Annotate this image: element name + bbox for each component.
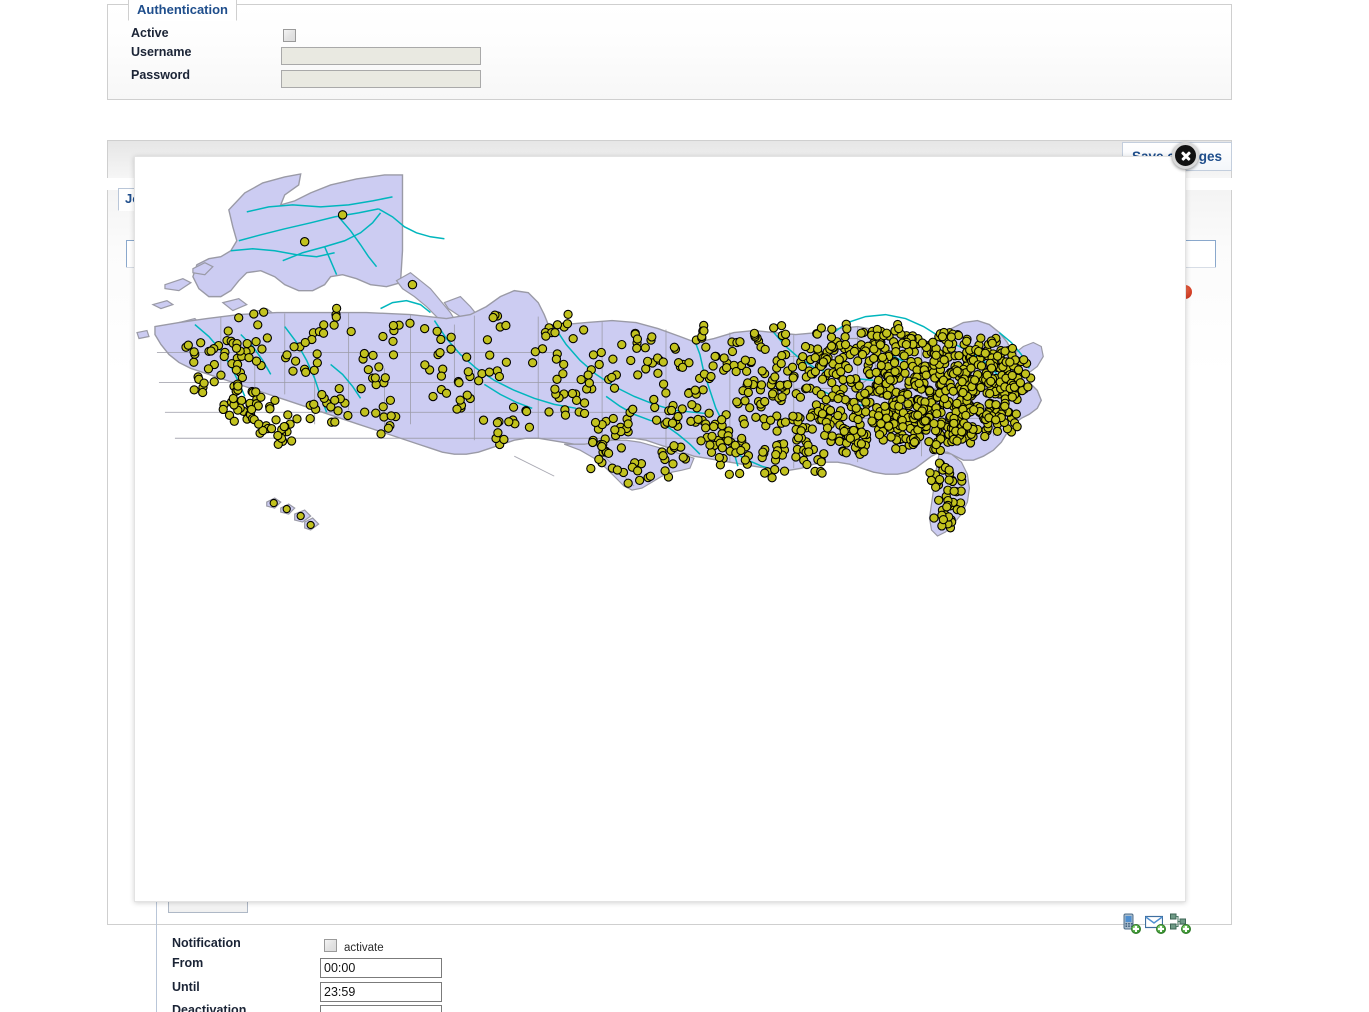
active-checkbox[interactable] (283, 29, 296, 42)
username-field[interactable] (281, 47, 481, 65)
app-page: Authentication Active Username Password … (0, 0, 1369, 1012)
password-field[interactable] (281, 70, 481, 88)
plus-badge-icon (1181, 924, 1191, 934)
until-label: Until (172, 980, 200, 994)
until-time-field[interactable] (320, 982, 442, 1002)
authentication-legend: Authentication (128, 0, 237, 21)
contact-actions-bar (1120, 913, 1188, 931)
authentication-panel (107, 4, 1232, 100)
from-time-field[interactable] (320, 958, 442, 978)
add-email-icon[interactable] (1145, 913, 1163, 931)
password-label: Password (131, 68, 190, 82)
notification-activate-checkbox[interactable] (324, 939, 337, 952)
active-label: Active (131, 26, 169, 40)
from-label: From (172, 956, 203, 970)
username-label: Username (131, 45, 191, 59)
close-icon[interactable] (1172, 142, 1199, 169)
notification-activate-text: activate (344, 942, 384, 954)
notification-label: Notification (172, 936, 241, 950)
us-map-graphic (135, 157, 1185, 901)
panel-divider (156, 902, 157, 1012)
add-group-icon[interactable] (1170, 913, 1188, 931)
plus-badge-icon (1156, 924, 1166, 934)
plus-badge-icon (1131, 924, 1141, 934)
add-mobile-phone-icon[interactable] (1120, 913, 1138, 931)
map-overlay-dialog (134, 156, 1186, 902)
deactivation-field[interactable] (320, 1005, 442, 1012)
deactivation-label: Deactivation (172, 1003, 246, 1012)
